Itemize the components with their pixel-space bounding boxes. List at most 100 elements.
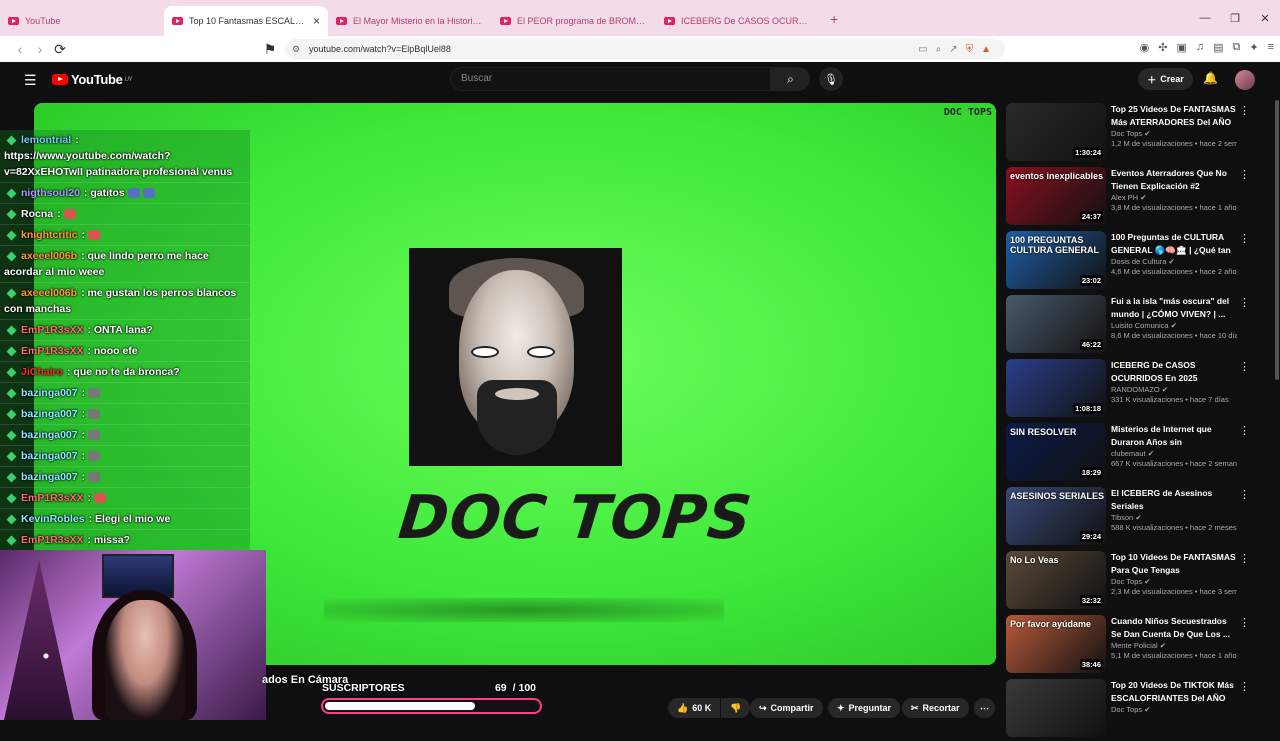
video-thumbnail[interactable]: 100 PREGUNTAS CULTURA GENERAL 23:02 (1006, 231, 1106, 289)
channel-name[interactable]: Dosis de Cultura ✔ (1111, 257, 1237, 266)
video-thumbnail[interactable]: 1:08:18 (1006, 359, 1106, 417)
more-options-icon[interactable]: ⋮ (1239, 680, 1250, 693)
page-scrollbar[interactable] (1275, 100, 1279, 380)
video-title[interactable]: El ICEBERG de Asesinos Seriales (1111, 487, 1237, 512)
ask-button[interactable]: ✦ Preguntar (828, 698, 901, 718)
url-field[interactable]: ⚙ youtube.com/watch?v=ElpBqlUel88 ▭ ⌕ ↗ … (285, 39, 1005, 59)
browser-tab[interactable]: Top 10 Fantasmas ESCALOFRIANTES × (164, 6, 328, 36)
new-tab-button[interactable]: + (830, 11, 838, 27)
video-thumbnail[interactable]: No Lo Veas 32:32 (1006, 551, 1106, 609)
site-info-icon[interactable]: ⚙ (292, 44, 300, 55)
browser-tab[interactable]: El Mayor Misterio en la Historia de Arg (328, 6, 492, 36)
more-options-icon[interactable]: ⋮ (1239, 360, 1250, 373)
video-title[interactable]: Misterios de Internet que Duraron Años s… (1111, 423, 1237, 448)
extension-icon[interactable]: ◉ (1140, 41, 1150, 54)
ai-icon[interactable]: ✦ (1249, 41, 1258, 54)
zoom-icon[interactable]: ⌕ (936, 44, 942, 55)
video-title[interactable]: Top 10 Videos De FANTASMAS Para Que Teng… (1111, 551, 1237, 576)
shield-icon[interactable]: ⛨ (966, 44, 974, 55)
channel-name[interactable]: RANDOMAZO ✔ (1111, 385, 1237, 394)
video-thumbnail[interactable]: 46:22 (1006, 295, 1106, 353)
search-button[interactable]: ⌕ (771, 67, 810, 91)
wallet-icon[interactable]: ▤ (1213, 41, 1223, 54)
forward-icon[interactable]: › (30, 41, 50, 57)
recommended-video[interactable]: No Lo Veas 32:32 Top 10 Videos De FANTASMA… (1005, 549, 1275, 613)
clip-button[interactable]: ✂ Recortar (902, 698, 969, 718)
share-icon[interactable]: ↗ (949, 44, 957, 55)
recommended-video[interactable]: eventos inexplicables 24:37 Eventos Aterra… (1005, 165, 1275, 229)
browser-tab[interactable]: El PEOR programa de BROMAS del Mundo (492, 6, 656, 36)
recommended-video[interactable]: 46:22 Fui a la isla "más oscura" del mund… (1005, 293, 1275, 357)
video-thumbnail[interactable]: 1:30:24 (1006, 103, 1106, 161)
recommended-video[interactable]: 1:30:24 Top 25 Videos De FANTASMAS Más AT… (1005, 101, 1275, 165)
browser-tab[interactable]: YouTube (0, 6, 164, 36)
recommended-video[interactable]: 100 PREGUNTAS CULTURA GENERAL 23:02 100 Pr… (1005, 229, 1275, 293)
recommended-video[interactable]: 1:08:18 ICEBERG De CASOS OCURRIDOS En 202… (1005, 357, 1275, 421)
install-icon[interactable]: ▭ (918, 44, 927, 55)
video-title[interactable]: ICEBERG De CASOS OCURRIDOS En 2025 (1111, 359, 1237, 384)
music-icon[interactable]: ♫ (1196, 41, 1204, 54)
video-title[interactable]: Cuando Niños Secuestrados Se Dan Cuenta … (1111, 615, 1237, 640)
video-title[interactable]: Top 25 Videos De FANTASMAS Más ATERRADOR… (1111, 103, 1237, 128)
more-options-icon[interactable]: ⋮ (1239, 296, 1250, 309)
minimize-icon[interactable]: — (1190, 0, 1220, 36)
recommended-video[interactable]: Por favor ayúdame 38:46 Cuando Niños Secue… (1005, 613, 1275, 677)
video-thumbnail[interactable]: SIN RESOLVER 18:29 (1006, 423, 1106, 481)
channel-name[interactable]: Doc Tops ✔ (1111, 705, 1237, 714)
back-icon[interactable]: ‹ (10, 41, 30, 57)
channel-name[interactable]: Luisito Comunica ✔ (1111, 321, 1237, 330)
close-tab-icon[interactable]: × (313, 14, 320, 28)
channel-name[interactable]: Doc Tops ✔ (1111, 129, 1237, 138)
notifications-bell-icon[interactable]: 🔔 (1203, 71, 1218, 85)
more-options-icon[interactable]: ⋮ (1239, 232, 1250, 245)
menu-icon[interactable]: ≡ (1268, 41, 1274, 54)
channel-name[interactable]: Alex PH ✔ (1111, 193, 1237, 202)
recommended-video[interactable]: SIN RESOLVER 18:29 Misterios de Internet q… (1005, 421, 1275, 485)
more-options-icon[interactable]: ⋮ (1239, 552, 1250, 565)
video-thumbnail[interactable]: eventos inexplicables 24:37 (1006, 167, 1106, 225)
more-options-icon[interactable]: ⋮ (1239, 488, 1250, 501)
video-title[interactable]: 100 Preguntas de CULTURA GENERAL 🌎🧠🏛 | ¿… (1111, 231, 1237, 256)
avatar[interactable] (1235, 70, 1255, 90)
channel-name[interactable]: Mente Policial ✔ (1111, 641, 1237, 650)
dislike-button[interactable]: 👎 (721, 698, 751, 718)
chat-username: EmP1R3sXX (21, 345, 84, 357)
channel-name[interactable]: Tibson ✔ (1111, 513, 1237, 522)
video-title[interactable]: Top 20 Videos De TIKTOK Más ESCALOFRIANT… (1111, 679, 1237, 704)
browser-tab[interactable]: ICEBERG De CASOS OCURRIDOS En 2025 (656, 6, 820, 36)
chat-message: lemontrial: https://www.youtube.com/watc… (0, 130, 250, 183)
channel-name[interactable]: Doc Tops ✔ (1111, 577, 1237, 586)
restore-icon[interactable]: ❐ (1220, 0, 1250, 36)
puzzle-icon[interactable]: ✣ (1158, 41, 1167, 54)
video-thumbnail[interactable]: ASESINOS SERIALES 29:24 (1006, 487, 1106, 545)
recommended-video[interactable]: Top 20 Videos De TIKTOK Más ESCALOFRIANT… (1005, 677, 1275, 741)
alert-icon[interactable]: ▲ (981, 44, 991, 55)
more-actions-button[interactable]: ⋯ (974, 698, 995, 718)
video-thumbnail[interactable]: Por favor ayúdame 38:46 (1006, 615, 1106, 673)
channel-name[interactable]: clubemaut ✔ (1111, 449, 1237, 458)
youtube-logo[interactable]: YouTube UY (52, 72, 133, 87)
screenshot-icon[interactable]: ⧉ (1233, 41, 1241, 54)
like-button[interactable]: 👍 60 K (668, 698, 721, 718)
sidebar-icon[interactable]: ▣ (1176, 41, 1186, 54)
chat-badge-icon (6, 288, 17, 299)
video-title[interactable]: Eventos Aterradores Que No Tienen Explic… (1111, 167, 1237, 192)
video-thumbnail[interactable] (1006, 679, 1106, 737)
more-options-icon[interactable]: ⋮ (1239, 616, 1250, 629)
recommended-video[interactable]: ASESINOS SERIALES 29:24 El ICEBERG de Ases… (1005, 485, 1275, 549)
more-options-icon[interactable]: ⋮ (1239, 168, 1250, 181)
hamburger-menu-icon[interactable]: ☰ (24, 72, 37, 89)
chat-username: lemontrial (21, 134, 72, 146)
more-options-icon[interactable]: ⋮ (1239, 424, 1250, 437)
chat-username: bazinga007 (21, 408, 78, 420)
video-title[interactable]: Fui a la isla "más oscura" del mundo | ¿… (1111, 295, 1237, 320)
create-button[interactable]: ＋ Crear (1138, 68, 1193, 90)
more-options-icon[interactable]: ⋮ (1239, 104, 1250, 117)
close-window-icon[interactable]: ✕ (1250, 0, 1280, 36)
share-button[interactable]: ↪ Compartir (750, 698, 823, 718)
search-input[interactable]: Buscar (450, 67, 771, 91)
bookmark-icon[interactable]: ⚑ (260, 41, 280, 58)
reload-icon[interactable]: ⟳ (50, 41, 70, 58)
chat-username: bazinga007 (21, 429, 78, 441)
voice-search-button[interactable]: 🎙 (819, 67, 843, 91)
